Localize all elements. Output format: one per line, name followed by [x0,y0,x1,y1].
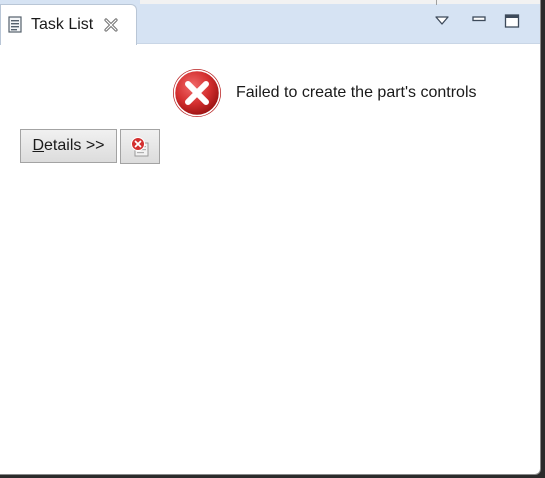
error-message-row: Failed to create the part's controls [171,67,477,119]
minimize-icon[interactable] [471,13,487,29]
details-mnemonic: D [32,137,45,154]
tab-bar-top-strip [140,0,540,5]
close-icon[interactable] [104,18,118,32]
error-message: Failed to create the part's controls [236,84,477,101]
error-log-icon [129,136,151,158]
maximize-icon[interactable] [504,13,520,29]
view-tab-bar: Task List [0,0,540,45]
error-icon [171,67,223,119]
details-label: etails >> [44,137,105,154]
view-menu-icon[interactable] [434,13,450,29]
task-list-icon [8,16,23,34]
tab-task-list[interactable]: Task List [0,4,137,45]
details-button[interactable]: Details >> [20,129,117,163]
tab-bar-divider [436,0,437,5]
task-list-view: Task List Failed to create the part's co… [0,0,541,475]
error-log-button[interactable] [120,129,160,164]
tab-label: Task List [31,16,94,33]
